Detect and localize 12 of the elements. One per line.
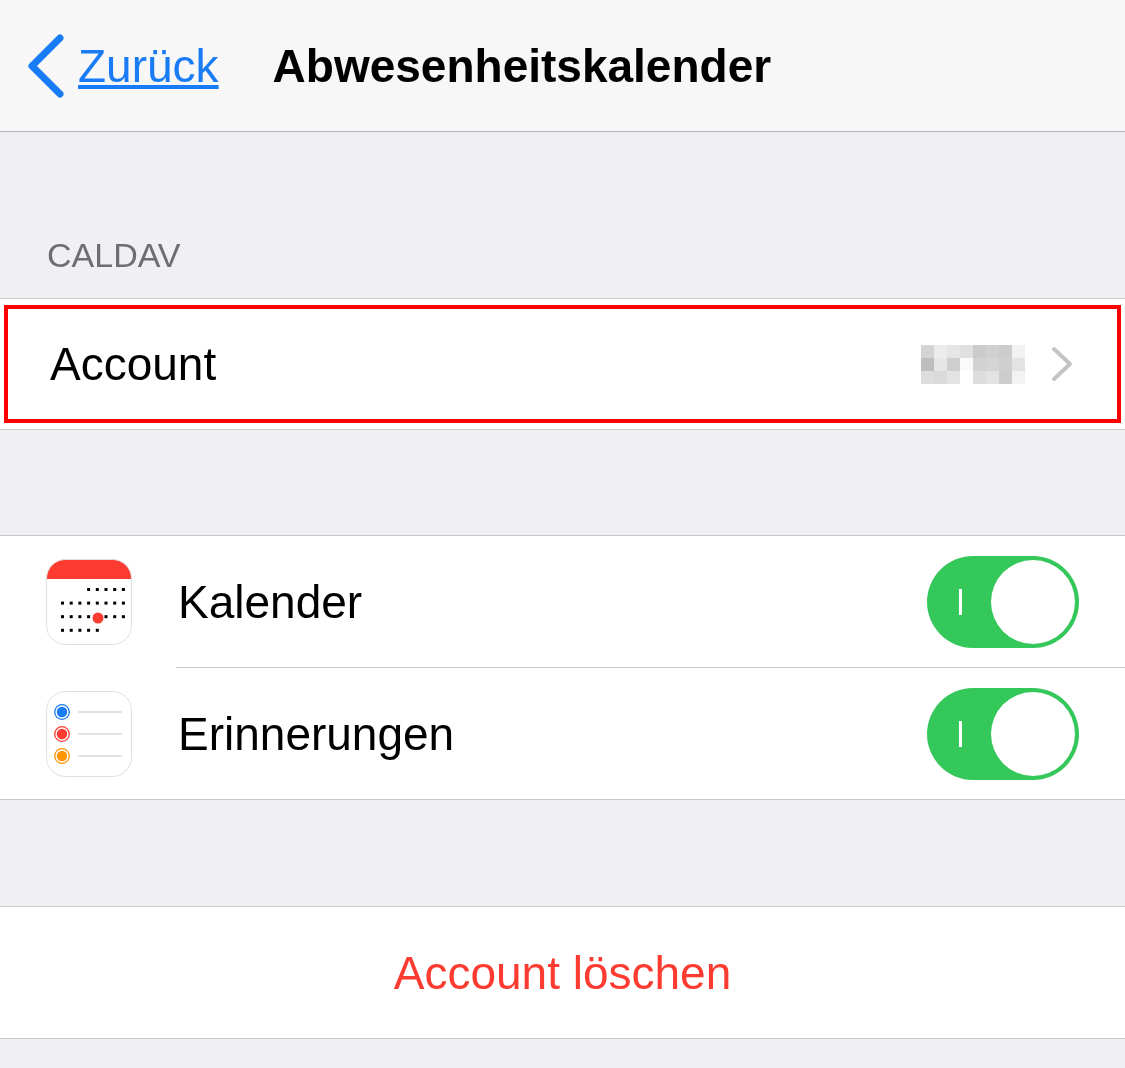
reminders-app-icon: [46, 690, 132, 777]
page-title: Abwesenheitskalender: [272, 38, 772, 93]
section-header: CALDAV: [47, 236, 181, 275]
setting-label: Erinnerungen: [178, 706, 456, 761]
back-chevron-icon: [26, 33, 64, 98]
account-row[interactable]: Account: [4, 305, 1121, 423]
delete-account-button[interactable]: Account löschen: [0, 907, 1125, 1038]
setting-label: Kalender: [178, 574, 364, 629]
chevron-icon: [1051, 346, 1073, 382]
back-link[interactable]: Zurück: [26, 33, 219, 98]
account-label: Account: [50, 337, 218, 391]
calendar-app-icon: [46, 558, 132, 645]
